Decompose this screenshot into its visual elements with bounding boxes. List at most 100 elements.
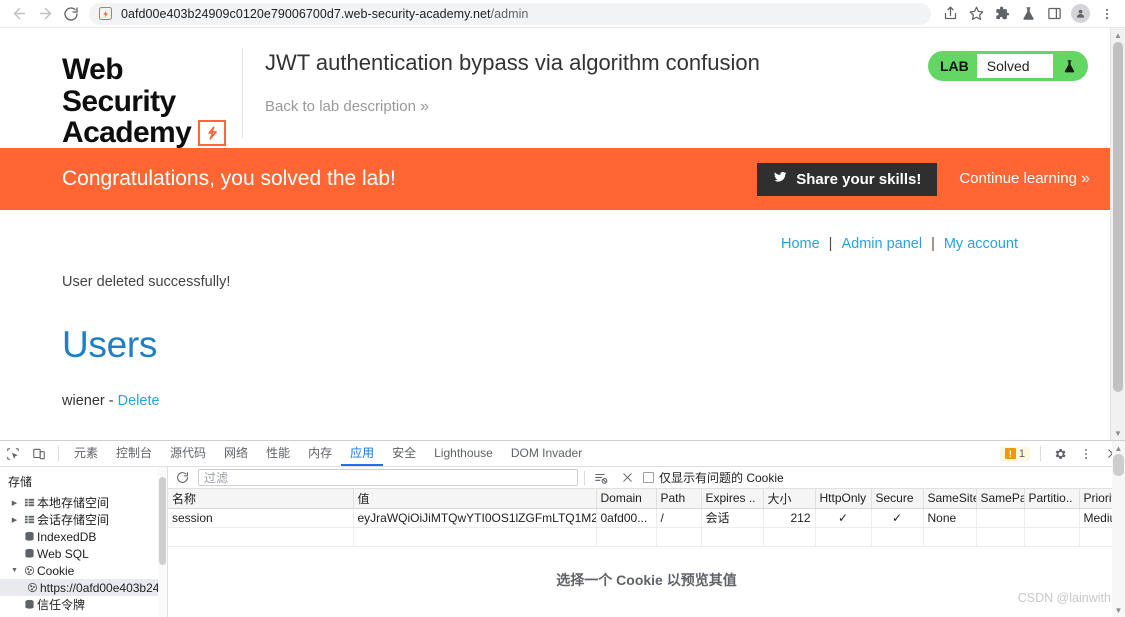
burp-flask-icon[interactable]: [1016, 1, 1041, 26]
sidebar-item-indexeddb[interactable]: IndexedDB: [0, 528, 167, 545]
gear-icon[interactable]: [1047, 441, 1073, 466]
sidebar-scrollbar-thumb[interactable]: [159, 477, 166, 565]
logo-line-2: Academy: [62, 116, 192, 149]
cookie-table: 名称 值 Domain Path Expires .. 大小 HttpOnly …: [168, 489, 1125, 547]
scroll-up-arrow-icon[interactable]: ▲: [1111, 28, 1125, 42]
back-to-lab-description-link[interactable]: Back to lab description »: [265, 98, 429, 115]
col-httponly[interactable]: HttpOnly: [815, 489, 872, 509]
sidebar-item-label: 会话存储空间: [37, 513, 110, 527]
tab-dom-invader[interactable]: DOM Invader: [502, 441, 591, 466]
share-your-skills-button[interactable]: Share your skills!: [757, 162, 938, 196]
cookie-icon: [21, 565, 37, 576]
tab-performance[interactable]: 性能: [257, 441, 299, 466]
cell-empty: [871, 527, 924, 547]
sidebar-scrollbar[interactable]: [158, 467, 167, 617]
col-secure[interactable]: Secure: [871, 489, 924, 509]
warning-icon: !: [1004, 448, 1016, 459]
col-partition[interactable]: Partitio..: [1024, 489, 1080, 509]
col-sameparty[interactable]: SamePa..: [976, 489, 1025, 509]
cookie-table-scrollbar-thumb[interactable]: [1113, 454, 1124, 476]
lab-title-block: JWT authentication bypass via algorithm …: [243, 46, 928, 116]
col-path[interactable]: Path: [656, 489, 702, 509]
only-show-problematic-cookies-checkbox[interactable]: 仅显示有问题的 Cookie: [643, 469, 784, 486]
extensions-icon[interactable]: [990, 1, 1015, 26]
chevron-right-icon[interactable]: ▶: [8, 516, 21, 524]
col-value[interactable]: 值: [353, 489, 597, 509]
continue-label: Continue learning: [959, 170, 1077, 187]
forward-button[interactable]: [32, 1, 58, 27]
cell-empty: [353, 527, 597, 547]
users-heading: Users: [62, 324, 158, 365]
col-expires[interactable]: Expires ..: [701, 489, 764, 509]
col-size[interactable]: 大小: [763, 489, 816, 509]
address-bar[interactable]: 0afd00e403b24909c0120e79006700d7.web-sec…: [89, 2, 931, 25]
sidebar-item-local-storage[interactable]: ▶ 本地存储空间: [0, 494, 167, 511]
status-badge: Solved: [976, 54, 1053, 78]
sidebar-item-web-sql[interactable]: Web SQL: [0, 545, 167, 562]
nav-link-home[interactable]: Home: [781, 236, 820, 252]
filter-input[interactable]: 过滤: [198, 469, 578, 486]
chevron-right-icon[interactable]: ▶: [8, 499, 21, 507]
logo-underline: [62, 150, 226, 154]
url-host: 0afd00e403b24909c0120e79006700d7.web-sec…: [121, 6, 491, 21]
inspect-element-icon[interactable]: [0, 441, 26, 466]
continue-learning-link[interactable]: Continue learning »: [959, 170, 1090, 188]
cookie-preview-placeholder: 选择一个 Cookie 以预览其值: [556, 571, 737, 588]
list-item: wiener - Delete: [62, 393, 1048, 409]
devtools-body: 存储 ▶ 本地存储空间 ▶ 会话存储空间 IndexedDB Web SQL ▼…: [0, 441, 1125, 617]
cookie-table-scrollbar[interactable]: ▲ ▼: [1112, 441, 1125, 617]
tab-application[interactable]: 应用: [341, 441, 384, 466]
cell-empty: [701, 527, 764, 547]
cell-sameparty: [976, 508, 1025, 528]
col-domain[interactable]: Domain: [596, 489, 657, 509]
col-samesite[interactable]: SameSite: [923, 489, 977, 509]
chrome-menu-icon[interactable]: [1094, 1, 1119, 26]
tab-security[interactable]: 安全: [383, 441, 425, 466]
page-title: JWT authentication bypass via algorithm …: [265, 50, 760, 75]
bookmark-star-icon[interactable]: [964, 1, 989, 26]
flask-icon: [1053, 54, 1085, 78]
checkbox[interactable]: [643, 472, 654, 483]
sidebar-item-cookie[interactable]: ▼ Cookie: [0, 562, 167, 579]
delete-all-cookies-icon[interactable]: [617, 468, 637, 488]
reload-button[interactable]: [58, 1, 84, 27]
cell-empty: [1024, 527, 1080, 547]
sidebar-item-session-storage[interactable]: ▶ 会话存储空间: [0, 511, 167, 528]
device-toolbar-icon[interactable]: [26, 441, 52, 466]
scroll-down-arrow-icon[interactable]: ▼: [1112, 603, 1125, 617]
warning-count-badge[interactable]: ! 1: [999, 446, 1030, 461]
tab-elements[interactable]: 元素: [65, 441, 107, 466]
tab-console[interactable]: 控制台: [107, 441, 161, 466]
nav-link-my-account[interactable]: My account: [944, 236, 1018, 252]
col-name[interactable]: 名称: [168, 489, 354, 509]
clear-filter-icon[interactable]: [591, 468, 611, 488]
sidebar-item-trust-tokens[interactable]: 信任令牌: [0, 596, 167, 613]
nav-link-admin-panel[interactable]: Admin panel: [841, 236, 922, 252]
page-scrollbar-thumb[interactable]: [1113, 42, 1123, 392]
table-row[interactable]: session eyJraWQiOiJiMTQwYTI0OS1lZGFmLTQ1…: [168, 508, 1125, 528]
page-scrollbar[interactable]: ▲ ▼: [1110, 28, 1125, 440]
back-button[interactable]: [6, 1, 32, 27]
delete-user-link[interactable]: Delete: [118, 393, 160, 409]
scroll-up-arrow-icon[interactable]: ▲: [1112, 441, 1125, 455]
scroll-down-arrow-icon[interactable]: ▼: [1111, 426, 1125, 440]
lab-tag: LAB: [940, 58, 969, 74]
tab-network[interactable]: 网络: [215, 441, 257, 466]
sidebar-item-cookie-origin[interactable]: https://0afd00e403b249: [0, 579, 167, 596]
tab-lighthouse[interactable]: Lighthouse: [425, 441, 502, 466]
tab-memory[interactable]: 内存: [299, 441, 341, 466]
database-icon: [21, 599, 37, 610]
devtools-panel: 元素 控制台 源代码 网络 性能 内存 应用 安全 Lighthouse DOM…: [0, 440, 1125, 617]
lab-status-widget[interactable]: LAB Solved: [928, 51, 1088, 81]
refresh-icon[interactable]: [172, 468, 192, 488]
share-icon[interactable]: [938, 1, 963, 26]
academy-logo[interactable]: Web Security Academy: [62, 46, 242, 154]
tab-sources[interactable]: 源代码: [161, 441, 215, 466]
chevron-down-icon[interactable]: ▼: [8, 567, 21, 574]
nav-separator: |: [828, 236, 833, 252]
side-panel-icon[interactable]: [1042, 1, 1067, 26]
user-dash: -: [108, 393, 114, 409]
url-path: /admin: [490, 6, 529, 21]
profile-avatar-icon[interactable]: [1068, 1, 1093, 26]
kebab-menu-icon[interactable]: [1073, 441, 1099, 466]
